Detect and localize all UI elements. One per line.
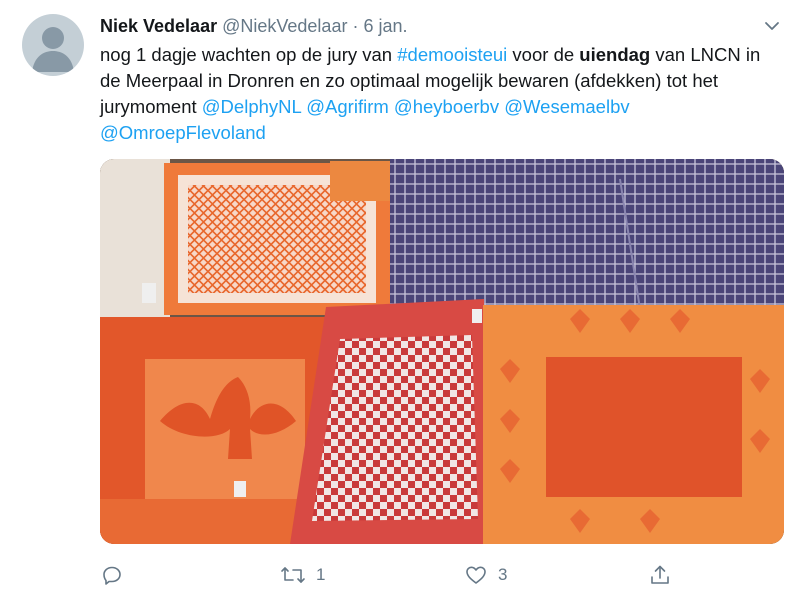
reply-icon xyxy=(103,566,121,585)
author-handle[interactable]: @NiekVedelaar xyxy=(222,16,347,36)
photo-image xyxy=(100,159,784,544)
mention-link[interactable]: @DelphyNL xyxy=(202,96,301,117)
author-name[interactable]: Niek Vedelaar xyxy=(100,16,217,36)
tweet-text-part: voor de xyxy=(507,44,580,65)
tweet-photo[interactable] xyxy=(100,159,784,544)
avatar[interactable] xyxy=(22,14,84,76)
more-options-button[interactable] xyxy=(762,16,782,36)
hashtag-link[interactable]: #demooisteui xyxy=(397,44,507,65)
mention-link[interactable]: @Agrifirm xyxy=(306,96,389,117)
like-button[interactable]: 3 xyxy=(464,562,507,588)
tweet-date[interactable]: 6 jan. xyxy=(363,16,407,36)
like-count: 3 xyxy=(498,565,508,584)
tweet-text-part: nog 1 dagje wachten op de jury van xyxy=(100,44,398,65)
retweet-icon xyxy=(281,567,305,583)
share-button[interactable] xyxy=(648,562,682,588)
default-avatar-icon xyxy=(32,27,74,72)
tweet-actions: 1 3 xyxy=(100,560,784,590)
heart-icon xyxy=(466,566,486,584)
mention-link[interactable]: @Wesemaelbv xyxy=(504,96,629,117)
tweet-text-bold: uiendag xyxy=(579,44,651,65)
tweet-header: Niek Vedelaar @NiekVedelaar · 6 jan. xyxy=(100,14,408,38)
separator: · xyxy=(352,16,359,36)
mention-link[interactable]: @heyboerbv xyxy=(394,96,499,117)
tweet-text: nog 1 dagje wachten op de jury van #demo… xyxy=(100,42,780,146)
chevron-down-icon xyxy=(765,22,779,30)
retweet-button[interactable]: 1 xyxy=(280,562,325,588)
share-icon xyxy=(651,565,669,584)
reply-button[interactable] xyxy=(100,562,134,588)
retweet-count: 1 xyxy=(316,565,326,584)
mention-link[interactable]: @OmroepFlevoland xyxy=(100,122,266,143)
